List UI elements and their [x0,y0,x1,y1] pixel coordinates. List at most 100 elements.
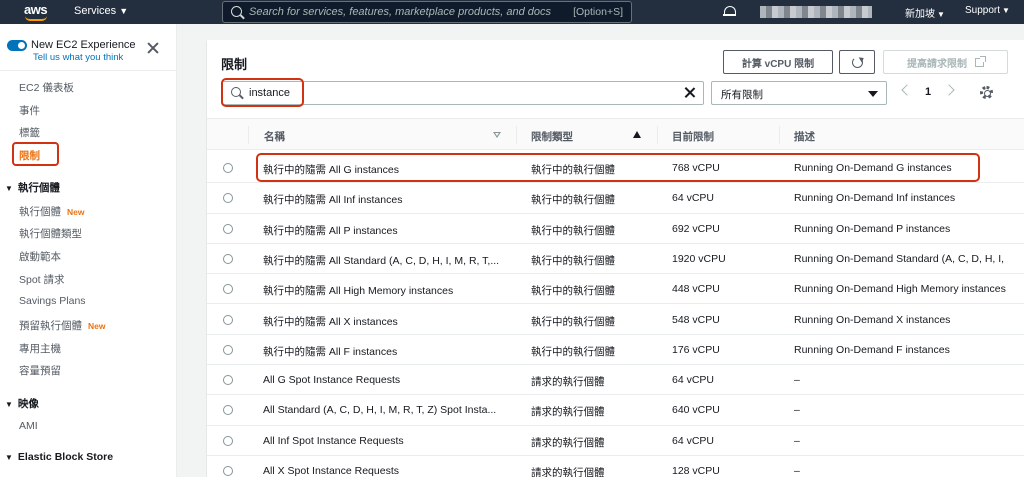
sidebar-item-instances[interactable]: 執行個體 New [19,204,84,219]
sidebar-item-reserved-instances[interactable]: 預留執行個體 New [19,318,105,333]
table-row[interactable]: 執行中的隨需 All P instances 執行中的執行個體 692 vCPU Ru… [207,214,1024,244]
table-row[interactable]: 執行中的隨需 All X instances 執行中的執行個體 548 vCPU Ru… [207,305,1024,335]
row-radio[interactable] [223,314,233,325]
search-shortcut-hint: [Option+S] [573,6,623,18]
table-row[interactable]: 執行中的隨需 All F instances 執行中的執行個體 176 vCPU Ru… [207,335,1024,366]
column-separator[interactable] [657,126,658,144]
bell-icon[interactable] [723,5,736,18]
global-search-input[interactable]: Search for services, features, marketpla… [222,1,632,23]
sidebar-item-instance-types[interactable]: 執行個體類型 [19,226,82,241]
table-row[interactable]: 執行中的隨需 All Inf instances 執行中的執行個體 64 vCPU R… [207,183,1024,214]
support-menu[interactable]: Support ▼ [965,5,1010,16]
calculate-vcpu-limit-button[interactable]: 計算 vCPU 限制 [723,50,833,74]
column-separator [248,126,249,144]
cell-name: 執行中的隨需 All F instances [263,345,398,358]
close-icon[interactable] [147,42,159,54]
cell-limit-type: 請求的執行個體 [531,376,605,389]
table-row[interactable]: 執行中的隨需 All Standard (A, C, D, H, I, M, R… [207,244,1024,275]
refresh-button[interactable] [839,50,875,74]
cell-name: All X Spot Instance Requests [263,465,399,477]
table-row[interactable]: All G Spot Instance Requests 請求的執行個體 64 vC… [207,365,1024,396]
services-menu-button[interactable]: Services ▼ [74,5,128,17]
cell-description: – [794,434,800,447]
row-radio[interactable] [223,223,233,234]
row-radio[interactable] [223,344,233,355]
caret-down-icon: ▼ [119,6,129,16]
aws-logo[interactable]: aws [22,1,52,23]
column-separator[interactable] [516,126,517,144]
row-radio[interactable] [223,375,233,386]
table-row[interactable]: 執行中的隨需 All High Memory instances 執行中的執行個體… [207,274,1024,305]
sidebar-item-events[interactable]: 事件 [19,103,40,118]
row-radio[interactable] [223,466,233,476]
column-header-description[interactable]: 描述 [794,129,815,144]
sidebar-item-launch-templates[interactable]: 啟動範本 [19,249,61,264]
sort-ascending-icon[interactable] [633,131,641,138]
feedback-link[interactable]: Tell us what you think [33,52,123,63]
sidebar-item-ec2-dashboard[interactable]: EC2 儀表板 [19,80,74,95]
sidebar-section-ebs[interactable]: ▼ Elastic Block Store [5,451,113,463]
cell-name: All G Spot Instance Requests [263,374,401,387]
button-label: 提高請求限制 [907,58,967,70]
caret-down-icon: ▼ [5,184,13,193]
column-header-name[interactable]: 名稱 [264,129,285,144]
cell-current-limit: 64 vCPU [672,374,715,387]
cell-limit-type: 執行中的執行個體 [531,194,615,207]
clear-icon[interactable] [684,87,695,98]
sidebar-item-ami[interactable]: AMI [19,420,38,432]
new-experience-title: New EC2 Experience [31,39,136,51]
row-radio[interactable] [223,253,233,264]
column-header-current-limit[interactable]: 目前限制 [672,129,714,144]
region-label: 新加坡 [905,9,935,20]
sidebar-item-label: 執行個體 [19,206,61,218]
table-row[interactable]: All Standard (A, C, D, H, I, M, R, T, Z)… [207,395,1024,426]
account-menu-blurred[interactable] [760,6,872,18]
section-label: 執行個體 [17,182,60,194]
table-row[interactable]: All X Spot Instance Requests 請求的執行個體 128 v… [207,456,1024,477]
section-label: 映像 [17,398,39,410]
cell-limit-type: 請求的執行個體 [531,406,605,419]
sidebar-item-tags[interactable]: 標籤 [19,125,40,140]
limit-type-select[interactable]: 所有限制 [711,81,887,105]
highlight-box-row [256,153,980,182]
new-experience-toggle[interactable] [7,40,27,51]
sidebar-item-capacity-reservations[interactable]: 容量預留 [19,363,61,378]
request-limit-increase-button[interactable]: 提高請求限制 [883,50,1008,74]
cell-description: Running On-Demand X instances [794,313,951,326]
sidebar-section-instances[interactable]: ▼ 執行個體 [5,180,60,195]
caret-down-icon: ▼ [1002,6,1010,15]
support-label: Support [965,5,1001,16]
region-selector[interactable]: 新加坡 ▼ [905,5,945,20]
sidebar-section-images[interactable]: ▼ 映像 [5,396,39,411]
cell-current-limit: 128 vCPU [672,465,720,477]
select-value: 所有限制 [721,89,763,101]
caret-down-icon [868,91,878,97]
sidebar-item-savings-plans[interactable]: Savings Plans [19,295,86,307]
chevron-left-icon[interactable] [901,84,913,96]
row-radio[interactable] [223,435,233,446]
cell-current-limit: 692 vCPU [672,222,720,235]
caret-down-icon: ▼ [5,400,13,409]
caret-down-icon: ▼ [937,10,945,19]
table-row[interactable]: All Inf Spot Instance Requests 請求的執行個體 64 … [207,426,1024,456]
column-header-limit-type[interactable]: 限制類型 [531,129,573,144]
top-navigation-bar: aws Services ▼ Search for services, featu… [0,0,1024,24]
cell-current-limit: 548 vCPU [672,313,720,326]
sidebar-item-spot-requests[interactable]: Spot 請求 [19,272,65,287]
row-radio[interactable] [223,193,233,204]
column-separator[interactable] [779,126,780,144]
sort-icon[interactable] [493,132,501,138]
chevron-right-icon[interactable] [943,84,955,96]
sidebar-item-dedicated-hosts[interactable]: 專用主機 [19,341,61,356]
aws-logo-text: aws [24,2,48,17]
row-radio[interactable] [223,284,233,295]
row-radio[interactable] [223,405,233,416]
cell-name: 執行中的隨需 All Standard (A, C, D, H, I, M, R… [263,254,500,267]
row-radio[interactable] [223,163,233,173]
caret-down-icon: ▼ [5,453,13,462]
external-link-icon [975,55,986,67]
aws-smile-icon [25,16,47,21]
cell-description: – [794,374,800,387]
gear-icon[interactable] [980,86,993,99]
page-number[interactable]: 1 [925,86,931,98]
